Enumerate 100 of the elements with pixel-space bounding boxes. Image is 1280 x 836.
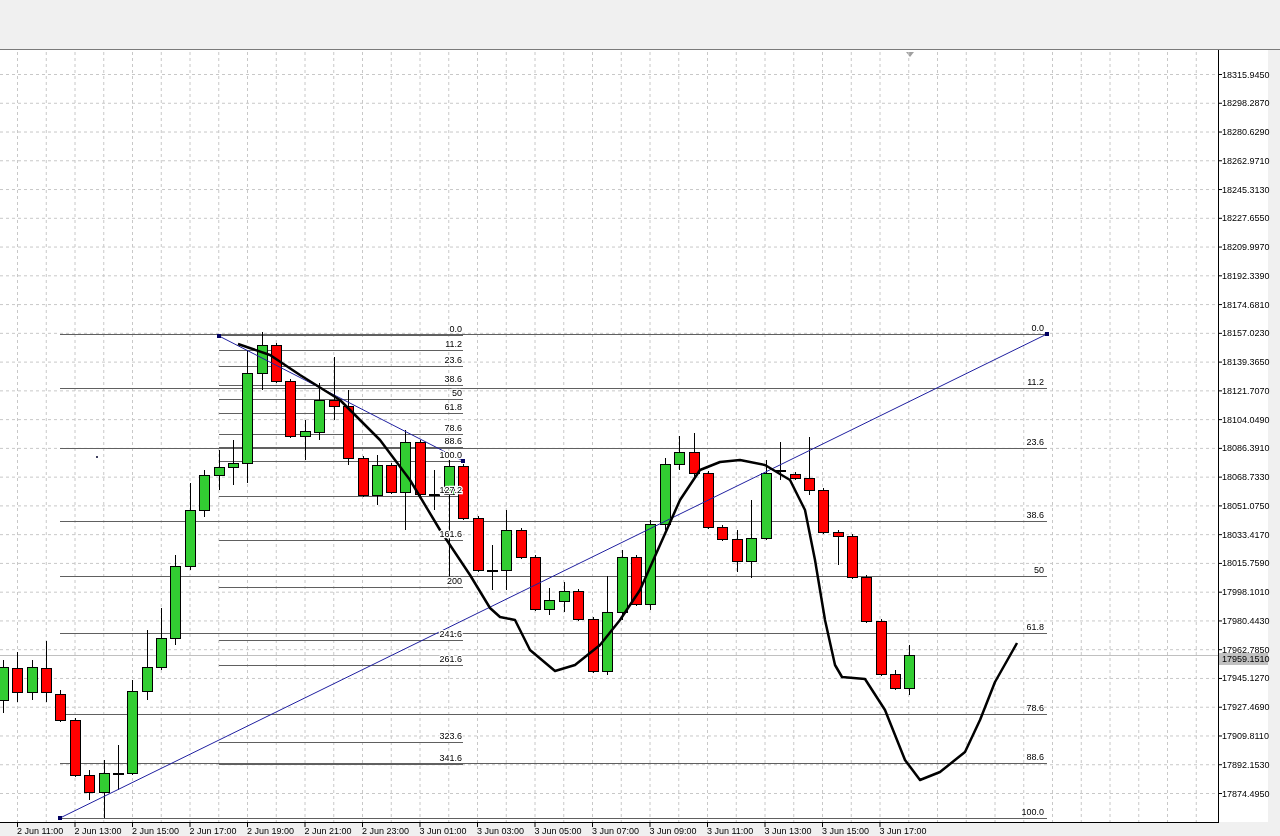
- candlestick: [847, 533, 858, 580]
- price-label: 17945.1270: [1222, 673, 1270, 684]
- candlestick: [703, 470, 714, 530]
- candlestick: [113, 744, 124, 791]
- candlestick: [257, 331, 268, 391]
- trend-line[interactable]: [58, 332, 1049, 820]
- candlestick: [285, 378, 296, 439]
- price-label: 18280.6290: [1222, 127, 1270, 137]
- candlestick: [559, 581, 570, 613]
- fibonacci-level-label: 50: [452, 388, 462, 398]
- candlestick: [214, 449, 225, 491]
- candlestick: [329, 356, 340, 421]
- fibonacci-level-label: 0.0: [1031, 323, 1044, 333]
- fibonacci-level-label: 61.8: [1026, 622, 1044, 632]
- fibonacci-level-label: 323.6: [439, 731, 462, 741]
- candlestick: [55, 689, 66, 723]
- candlestick: [70, 717, 81, 778]
- candlestick: [415, 439, 426, 497]
- time-label: 3 Jun 05:00: [534, 826, 582, 836]
- fibonacci-level-label: 261.6: [439, 654, 462, 664]
- time-label: 3 Jun 01:00: [419, 826, 467, 836]
- price-label: 18051.0750: [1222, 500, 1270, 511]
- candlestick: [386, 462, 397, 495]
- trend-line[interactable]: [217, 334, 465, 463]
- candlestick: [142, 629, 153, 701]
- candlestick: [804, 436, 815, 496]
- fibonacci-level-label: 127.2: [439, 485, 462, 495]
- price-label: 18227.6550: [1222, 213, 1270, 224]
- price-label: 17892.1530: [1222, 759, 1270, 770]
- candlestick: [99, 759, 110, 819]
- time-label: 3 Jun 11:00: [707, 826, 754, 836]
- candlestick: [228, 439, 239, 486]
- time-label: 3 Jun 03:00: [477, 826, 525, 836]
- fibonacci-level-label: 200: [446, 576, 462, 586]
- candlestick: [27, 659, 38, 701]
- price-label: 18174.6810: [1222, 299, 1270, 310]
- price-label: 17962.7850: [1222, 644, 1270, 655]
- fibonacci-level-label: 78.6: [444, 423, 462, 433]
- price-label: 17980.4430: [1222, 615, 1270, 626]
- fibonacci-level-label: 88.6: [444, 436, 462, 446]
- candlestick: [429, 469, 440, 511]
- price-label: 18245.3130: [1222, 184, 1270, 195]
- time-label: 3 Jun 13:00: [764, 826, 812, 836]
- price-label: 18015.7590: [1222, 558, 1270, 569]
- time-label: 2 Jun 15:00: [132, 826, 180, 836]
- price-label: 18192.3390: [1222, 270, 1270, 281]
- candlestick: [732, 529, 743, 573]
- time-label: 3 Jun 07:00: [592, 826, 640, 836]
- price-label: 17909.8110: [1222, 731, 1269, 741]
- candlestick: [473, 515, 484, 573]
- candlestick: [516, 527, 527, 560]
- price-label: 17927.4690: [1222, 702, 1270, 713]
- price-label: 17998.1010: [1222, 587, 1270, 598]
- time-label: 3 Jun 17:00: [879, 826, 927, 836]
- candlestick: [861, 574, 872, 624]
- price-label: 18139.3650: [1222, 357, 1270, 368]
- candlestick: [84, 769, 95, 801]
- fibonacci-level-label: 88.6: [1026, 752, 1044, 762]
- price-label: 18298.2870: [1222, 98, 1270, 109]
- price-label: 18104.0490: [1222, 414, 1270, 425]
- candlestick: [41, 640, 52, 703]
- time-label: 2 Jun 23:00: [362, 826, 410, 836]
- candlestick: [314, 382, 325, 441]
- fibonacci-level-label: 78.6: [1026, 703, 1044, 713]
- fibonacci-level-label: 11.2: [1027, 377, 1044, 387]
- shift-marker-icon[interactable]: [906, 52, 914, 57]
- candlestick: [300, 419, 311, 461]
- price-label: 18068.7330: [1222, 472, 1270, 483]
- candlestick: [199, 469, 210, 518]
- candlestick: [775, 441, 786, 481]
- fibonacci-level-label: 50: [1034, 565, 1044, 575]
- candlestick: [12, 651, 23, 703]
- price-label: 18086.3910: [1222, 443, 1270, 454]
- price-label: 18033.4170: [1222, 529, 1270, 540]
- time-label: 3 Jun 09:00: [649, 826, 697, 836]
- fibonacci-level-label: 61.8: [444, 402, 462, 412]
- candlestick: [890, 669, 901, 691]
- candlestick: [617, 549, 628, 621]
- candlestick: [271, 342, 282, 384]
- price-label: 18157.0230: [1222, 328, 1270, 339]
- price-label: 18315.9450: [1222, 69, 1270, 80]
- candlestick: [0, 659, 9, 714]
- candlestick: [573, 588, 584, 622]
- fibonacci-level-label: 11.2: [445, 339, 462, 349]
- fibonacci-level-label: 23.6: [444, 355, 462, 365]
- candlestick: [588, 616, 599, 674]
- fibonacci-level-label: 38.6: [1026, 510, 1044, 520]
- fibonacci-level-label: 341.6: [439, 753, 462, 763]
- candlestick: [904, 644, 915, 696]
- candlestick: [631, 554, 642, 607]
- candlestick: [717, 524, 728, 542]
- candlestick: [674, 435, 685, 471]
- time-label: 2 Jun 13:00: [74, 826, 122, 836]
- candlestick: [790, 471, 801, 481]
- candlestick: [530, 554, 541, 612]
- time-label: 2 Jun 21:00: [304, 826, 352, 836]
- current-price-tag: 17959.1510: [1219, 653, 1270, 665]
- candlestick: [358, 455, 369, 498]
- time-label: 2 Jun 19:00: [247, 826, 295, 836]
- time-label: 2 Jun 11:00: [17, 826, 64, 836]
